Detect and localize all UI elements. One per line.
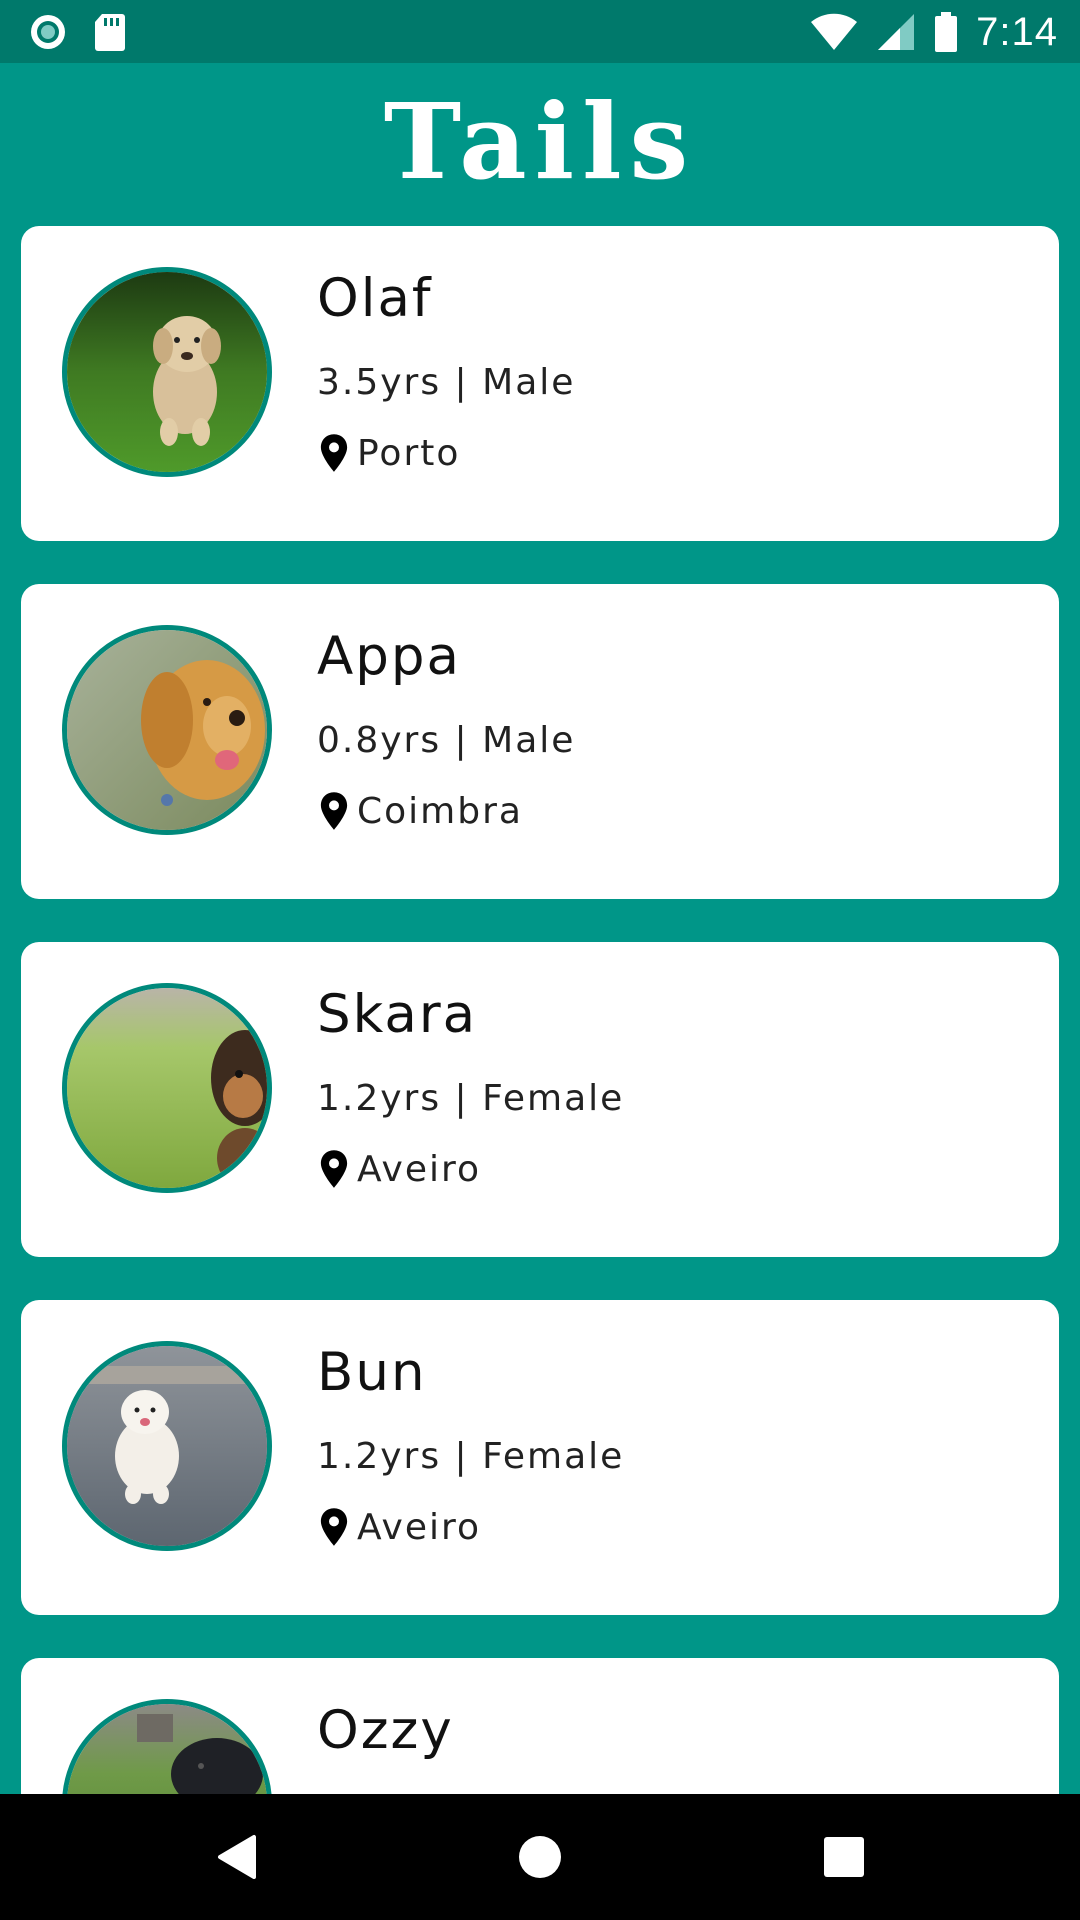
pet-details: 1.2yrs | Female [317, 1436, 625, 1477]
status-time: 7:14 [976, 9, 1058, 54]
golden-retriever-puppy-photo [67, 630, 267, 830]
pet-location-label: Aveiro [357, 1506, 482, 1548]
pet-details: 0.8yrs | Male [317, 720, 576, 761]
pet-avatar [62, 983, 272, 1193]
pet-list[interactable]: Olaf 3.5yrs | Male Porto Appa 0.8yrs | M… [21, 226, 1059, 1794]
sd-card-icon [95, 14, 125, 51]
location-pin-icon [320, 434, 348, 472]
pet-card[interactable]: Skara 1.2yrs | Female Aveiro [21, 942, 1059, 1257]
pet-location-label: Porto [357, 432, 461, 474]
pet-avatar [62, 1699, 272, 1794]
pet-avatar [62, 625, 272, 835]
yellow-lab-puppy-photo [67, 272, 267, 472]
wifi-icon [811, 13, 858, 50]
cell-signal-icon [878, 14, 915, 50]
pet-location: Coimbra [317, 789, 523, 833]
black-puppy-photo [67, 1704, 267, 1794]
location-pin-icon [320, 1150, 348, 1188]
pet-details: 3.5yrs | Male [317, 362, 576, 403]
pet-card[interactable]: Bun 1.2yrs | Female Aveiro [21, 1300, 1059, 1615]
white-samoyed-puppy-photo [67, 1346, 267, 1546]
pet-name: Ozzy [317, 1700, 454, 1761]
app-screen: 7:14 Tails Olaf 3.5yrs | Male Porto Appa… [0, 0, 1080, 1920]
pet-avatar [62, 1341, 272, 1551]
back-icon[interactable] [206, 1827, 266, 1887]
pet-location-label: Aveiro [357, 1148, 482, 1190]
battery-icon [935, 12, 958, 52]
system-nav-bar [0, 1794, 1080, 1920]
home-icon[interactable] [510, 1827, 570, 1887]
pet-name: Bun [317, 1342, 427, 1403]
pet-card[interactable]: Appa 0.8yrs | Male Coimbra [21, 584, 1059, 899]
pet-card[interactable]: Ozzy [21, 1658, 1059, 1794]
status-bar: 7:14 [0, 0, 1080, 63]
location-pin-icon [320, 792, 348, 830]
pet-name: Skara [317, 984, 478, 1045]
pet-details: 1.2yrs | Female [317, 1078, 625, 1119]
app-title: Tails [383, 80, 697, 203]
pet-location: Aveiro [317, 1505, 481, 1549]
german-shepherd-puppy-photo [67, 988, 267, 1188]
record-icon [31, 15, 65, 49]
location-pin-icon [320, 1508, 348, 1546]
pet-location: Porto [317, 431, 460, 475]
status-left-icons [28, 10, 126, 54]
recents-icon[interactable] [814, 1827, 874, 1887]
pet-avatar [62, 267, 272, 477]
pet-card[interactable]: Olaf 3.5yrs | Male Porto [21, 226, 1059, 541]
pet-name: Appa [317, 626, 462, 687]
pet-location: Aveiro [317, 1147, 481, 1191]
pet-name: Olaf [317, 268, 433, 329]
pet-location-label: Coimbra [357, 790, 523, 832]
status-right-icons: 7:14 [810, 6, 1058, 58]
